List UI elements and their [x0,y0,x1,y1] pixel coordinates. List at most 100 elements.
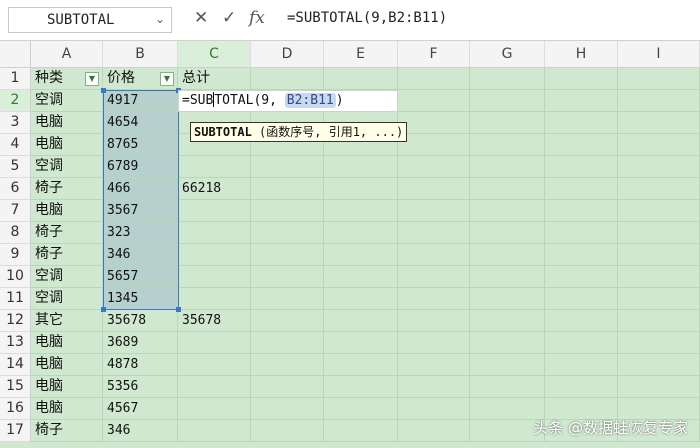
cell-A4[interactable]: 电脑 [31,134,103,156]
cell-H11[interactable] [545,288,618,310]
cell-F9[interactable] [398,244,470,266]
cell-B14[interactable]: 4878 [103,354,178,376]
cell-G3[interactable] [470,112,545,134]
row-header-5[interactable]: 5 [0,156,31,178]
cell-H14[interactable] [545,354,618,376]
cell-E16[interactable] [324,398,398,420]
cell-C11[interactable] [178,288,251,310]
cell-C10[interactable] [178,266,251,288]
cell-D5[interactable] [251,156,324,178]
filter-dropdown-icon[interactable]: ▼ [85,72,99,86]
cell-E8[interactable] [324,222,398,244]
cell-E14[interactable] [324,354,398,376]
cell-I4[interactable] [618,134,700,156]
cell-B16[interactable]: 4567 [103,398,178,420]
cell-F13[interactable] [398,332,470,354]
cell-G11[interactable] [470,288,545,310]
cell-A1[interactable]: 种类 ▼ [31,68,103,90]
cell-I5[interactable] [618,156,700,178]
cell-F7[interactable] [398,200,470,222]
column-header-F[interactable]: F [398,41,470,68]
cell-F14[interactable] [398,354,470,376]
cell-C5[interactable] [178,156,251,178]
cell-D9[interactable] [251,244,324,266]
cell-H6[interactable] [545,178,618,200]
row-header-3[interactable]: 3 [0,112,31,134]
cell-G14[interactable] [470,354,545,376]
cell-G6[interactable] [470,178,545,200]
cell-F3[interactable] [398,112,470,134]
cell-F8[interactable] [398,222,470,244]
row-header-8[interactable]: 8 [0,222,31,244]
cell-F12[interactable] [398,310,470,332]
cell-C14[interactable] [178,354,251,376]
row-header-2[interactable]: 2 [0,90,31,112]
cell-I8[interactable] [618,222,700,244]
cell-I1[interactable] [618,68,700,90]
cell-I12[interactable] [618,310,700,332]
cell-A8[interactable]: 椅子 [31,222,103,244]
cell-G9[interactable] [470,244,545,266]
cell-I11[interactable] [618,288,700,310]
cell-A13[interactable]: 电脑 [31,332,103,354]
cell-H5[interactable] [545,156,618,178]
cell-E1[interactable] [324,68,398,90]
cell-A15[interactable]: 电脑 [31,376,103,398]
cell-D14[interactable] [251,354,324,376]
cell-C1[interactable]: 总计 [178,68,251,90]
cell-G4[interactable] [470,134,545,156]
column-header-G[interactable]: G [470,41,545,68]
cell-G12[interactable] [470,310,545,332]
row-header-16[interactable]: 16 [0,398,31,420]
cell-H8[interactable] [545,222,618,244]
cell-H7[interactable] [545,200,618,222]
cell-G8[interactable] [470,222,545,244]
chevron-down-icon[interactable]: ⌄ [155,12,165,26]
selection-handle[interactable] [176,307,181,312]
selection-handle[interactable] [101,88,106,93]
cell-editor[interactable]: =SUBTOTAL(9, B2:B11) [178,90,398,112]
row-header-6[interactable]: 6 [0,178,31,200]
cell-G10[interactable] [470,266,545,288]
cell-H3[interactable] [545,112,618,134]
cell-I14[interactable] [618,354,700,376]
cell-C17[interactable] [178,420,251,442]
cell-A17[interactable]: 椅子 [31,420,103,442]
column-header-H[interactable]: H [545,41,618,68]
cell-C7[interactable] [178,200,251,222]
cell-H10[interactable] [545,266,618,288]
cell-F1[interactable] [398,68,470,90]
cell-A16[interactable]: 电脑 [31,398,103,420]
row-header-14[interactable]: 14 [0,354,31,376]
cell-E7[interactable] [324,200,398,222]
row-header-1[interactable]: 1 [0,68,31,90]
cell-D10[interactable] [251,266,324,288]
row-header-12[interactable]: 12 [0,310,31,332]
row-header-10[interactable]: 10 [0,266,31,288]
cell-H2[interactable] [545,90,618,112]
cell-E12[interactable] [324,310,398,332]
cell-C16[interactable] [178,398,251,420]
cell-A7[interactable]: 电脑 [31,200,103,222]
cell-H12[interactable] [545,310,618,332]
column-header-I[interactable]: I [618,41,700,68]
cell-G7[interactable] [470,200,545,222]
cell-G2[interactable] [470,90,545,112]
cancel-icon[interactable]: ✕ [194,8,208,28]
row-header-17[interactable]: 17 [0,420,31,442]
cell-F5[interactable] [398,156,470,178]
cell-I3[interactable] [618,112,700,134]
confirm-icon[interactable]: ✓ [222,8,236,28]
column-header-D[interactable]: D [251,41,324,68]
cell-H4[interactable] [545,134,618,156]
cell-F2[interactable] [398,90,470,112]
cell-C9[interactable] [178,244,251,266]
cell-G13[interactable] [470,332,545,354]
cell-E15[interactable] [324,376,398,398]
cell-D12[interactable] [251,310,324,332]
cell-D17[interactable] [251,420,324,442]
cell-E5[interactable] [324,156,398,178]
cell-A11[interactable]: 空调 [31,288,103,310]
column-header-E[interactable]: E [324,41,398,68]
column-header-B[interactable]: B [103,41,178,68]
